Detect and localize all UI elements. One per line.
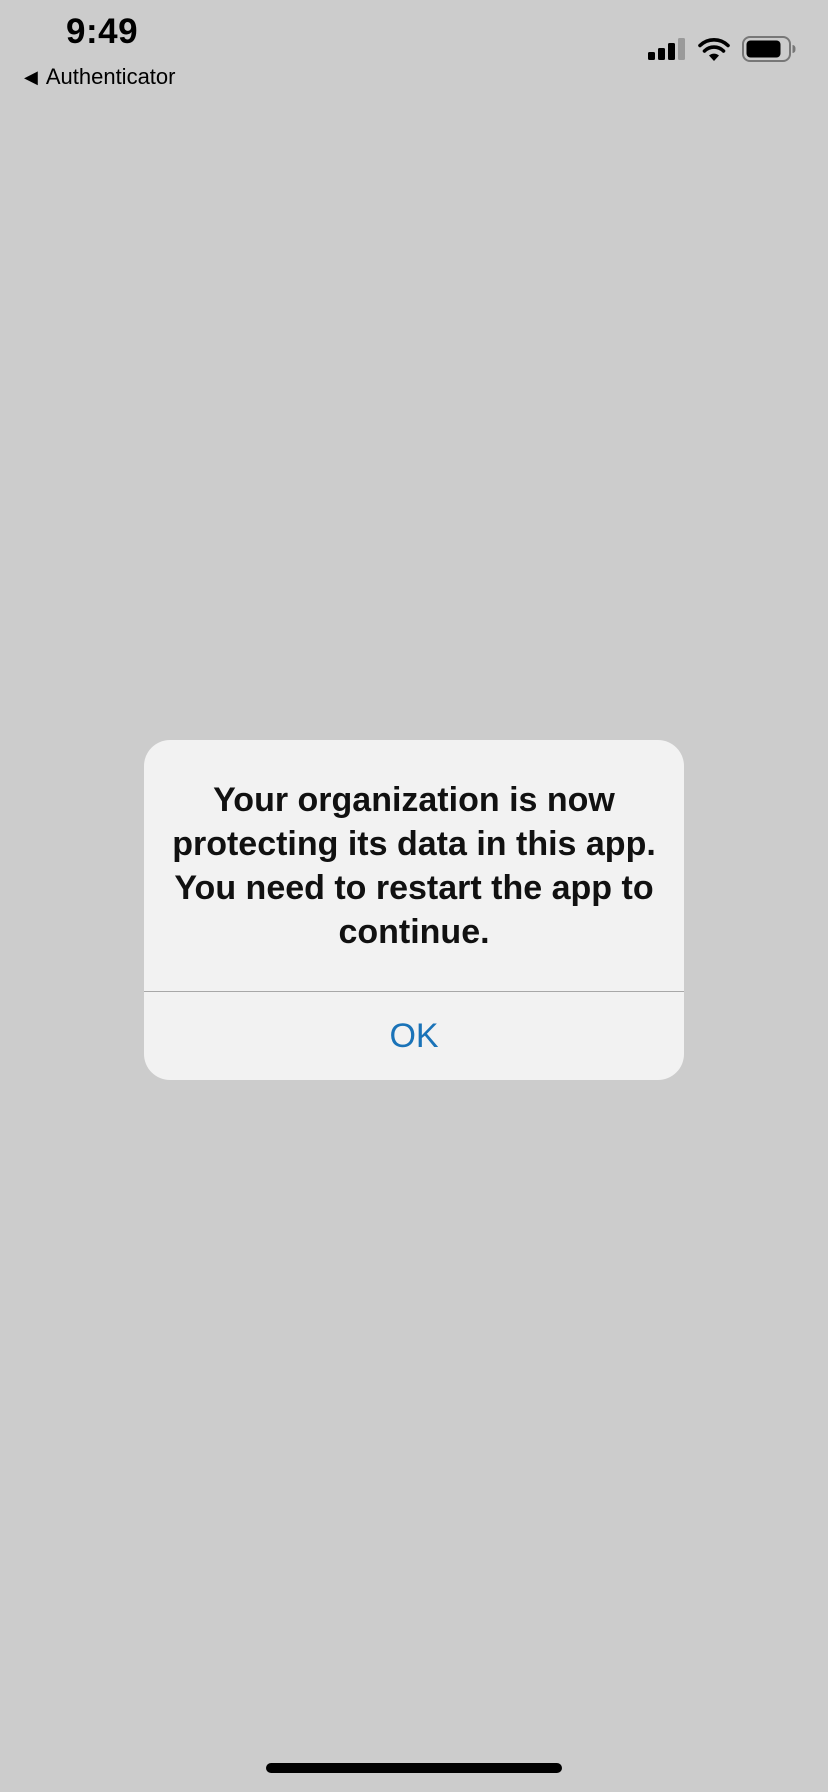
- battery-icon: [742, 36, 796, 62]
- back-to-app-link[interactable]: ◀ Authenticator: [24, 62, 175, 92]
- home-indicator[interactable]: [266, 1763, 562, 1773]
- restart-alert-dialog: Your organization is now protecting its …: [144, 740, 684, 1080]
- status-time: 9:49: [66, 12, 139, 51]
- screen: 9:49 ◀ Authenticator Your organization i…: [0, 0, 828, 1792]
- ok-button[interactable]: OK: [144, 992, 684, 1080]
- status-icons: [648, 32, 796, 66]
- back-arrow-icon: ◀: [24, 67, 38, 87]
- back-link-label: Authenticator: [45, 64, 176, 89]
- wifi-icon: [698, 38, 730, 61]
- signal-icon: [648, 38, 685, 60]
- alert-message: Your organization is now protecting its …: [172, 781, 656, 951]
